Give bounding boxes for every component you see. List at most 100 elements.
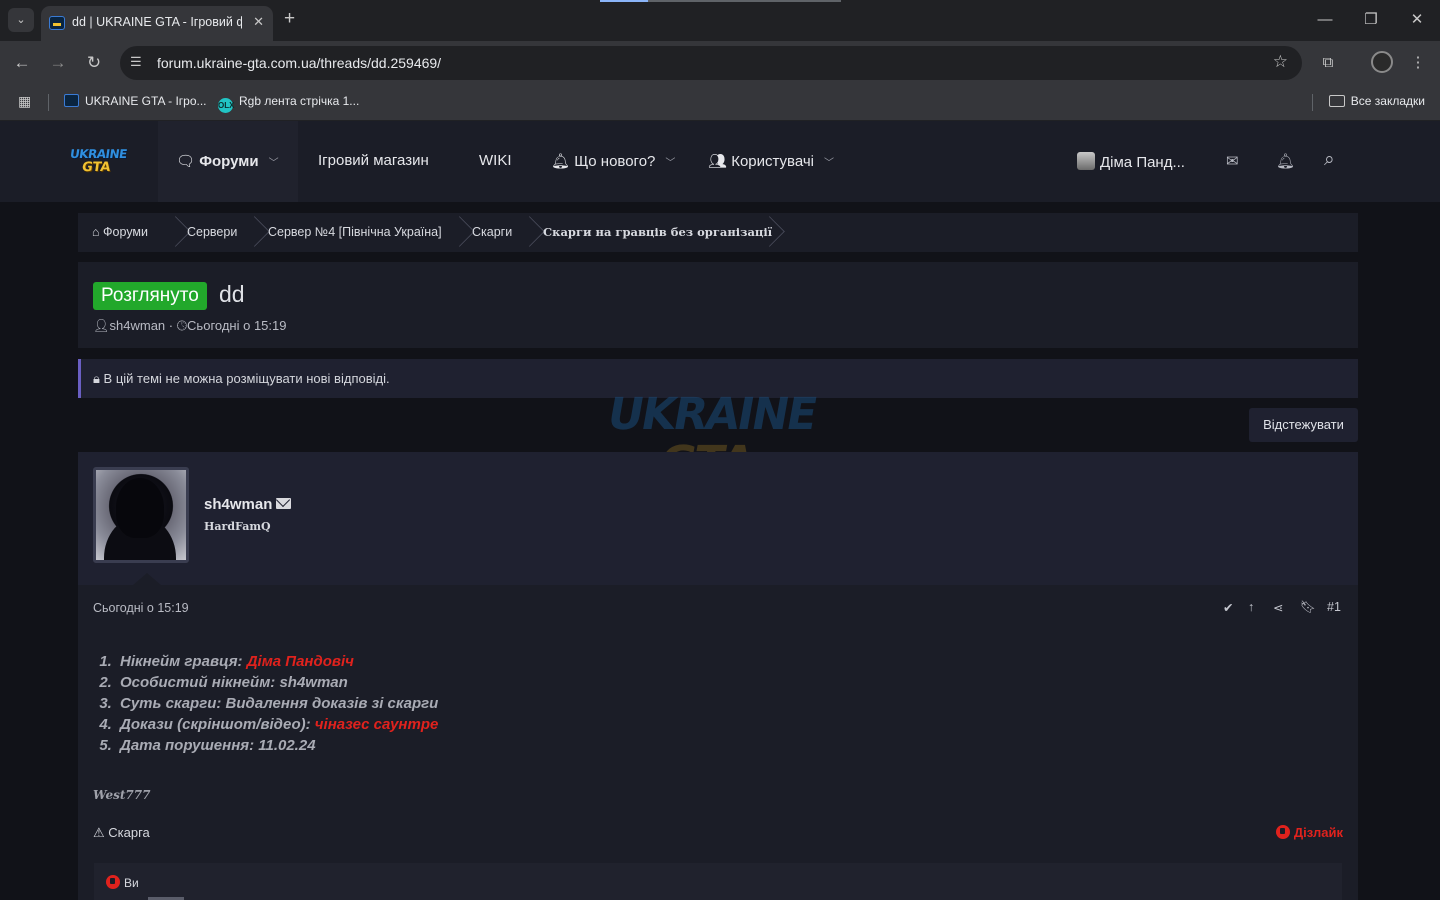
thread-date[interactable]: Сьогодні о 15:19 — [187, 318, 286, 333]
browser-profile-avatar-icon[interactable] — [1371, 51, 1393, 73]
breadcrumb-separator — [454, 213, 468, 252]
nav-wiki[interactable]: WIKI — [479, 152, 512, 169]
post-username[interactable]: sh4wman — [204, 496, 292, 513]
bookmark-label: Rgb лента стрічка 1... — [239, 94, 360, 108]
new-tab-plus-icon[interactable]: + — [284, 8, 295, 30]
reactions-text: Ви — [124, 876, 139, 890]
window-close-icon[interactable]: ✕ — [1402, 8, 1432, 32]
browser-menu-kebab-icon[interactable]: ⋮ — [1406, 51, 1430, 75]
url-text[interactable]: forum.ukraine-gta.com.ua/threads/dd.2594… — [157, 55, 441, 71]
bookmark-label: UKRAINE GTA - Ігро... — [85, 94, 207, 108]
nav-users[interactable]: 👥︎ Користувачі ﹀ — [708, 152, 834, 170]
breadcrumb-label: Форуми — [103, 225, 148, 239]
solution-check-icon[interactable]: ✔ — [1223, 600, 1233, 615]
dislike-icon — [1275, 825, 1290, 839]
site-info-icon[interactable]: ☰ — [130, 54, 142, 70]
report-button[interactable]: ⚠︎ Скарга — [93, 825, 150, 841]
post-user-header: sh4wman HardFamQ — [78, 452, 1358, 585]
site-logo[interactable]: UKRAINE GTA — [69, 147, 130, 179]
forward-arrow-icon[interactable]: → — [46, 51, 70, 75]
logo-text-bottom: GTA — [80, 160, 112, 175]
user-title: HardFamQ — [204, 520, 271, 533]
bookmark-ukraine-gta[interactable]: UKRAINE GTA - Ігро... — [64, 94, 207, 108]
item-label: Суть скарги: Видалення доказів зі скарги — [120, 695, 439, 712]
locked-notice: 🔒︎ В цій темі не можна розміщувати нові … — [78, 359, 1358, 398]
breadcrumb: ⌂ Форуми Сервери Сервер №4 [Північна Укр… — [78, 213, 1358, 252]
nav-shop[interactable]: Ігровий магазин — [318, 152, 429, 169]
bell-icon: 🔔︎ — [551, 153, 571, 170]
item-label: Дата порушення: 11.02.24 — [120, 737, 316, 754]
item-label: Докази (скріншот/відео): — [120, 716, 315, 733]
avatar[interactable] — [93, 467, 189, 563]
post-number[interactable]: #1 — [1327, 600, 1341, 614]
maximize-icon[interactable]: ❐ — [1356, 8, 1386, 32]
nav-users-label: Користувачі — [731, 153, 815, 170]
list-item: Нікнейм гравця: Діма Пандовіч — [116, 651, 438, 672]
breadcrumb-current[interactable]: Скарги на гравців без організації — [543, 225, 772, 239]
chevron-down-icon[interactable]: ﹀ — [824, 158, 834, 169]
account-name: Діма Панд... — [1100, 154, 1185, 171]
post-date[interactable]: Сьогодні о 15:19 — [93, 601, 189, 615]
reactions-bar[interactable]: Ви — [94, 863, 1342, 900]
item-value: Діма Пандовіч — [246, 653, 354, 670]
bookmarks-divider — [1312, 94, 1313, 111]
back-arrow-icon[interactable]: ← — [10, 51, 34, 75]
item-value: чіназес саунтре — [314, 716, 439, 733]
bookmark-icon[interactable]: 🔖︎ — [1300, 600, 1316, 615]
browser-tab-active[interactable]: dd | UKRAINE GTA - Ігровий ф ✕ — [41, 6, 273, 41]
conversations-mail-icon[interactable]: ✉ — [1226, 152, 1239, 170]
apps-grid-icon[interactable]: ▦ — [18, 93, 31, 110]
user-avatar — [1077, 152, 1095, 170]
dislike-button[interactable]: Дізлайк — [1275, 825, 1343, 840]
item-label: Особистий нікнейм: sh4wman — [120, 674, 348, 691]
alerts-bell-icon[interactable]: 🔔︎ — [1276, 152, 1295, 170]
thread-header: Розглянуто dd 👤︎sh4wman · 🕓︎Сьогодні о 1… — [78, 262, 1358, 348]
address-bar[interactable]: ☰ forum.ukraine-gta.com.ua/threads/dd.25… — [120, 46, 1302, 80]
nav-forums[interactable]: 🗨︎ Форуми ﹀ — [176, 152, 279, 170]
breadcrumb-complaints[interactable]: Скарги — [472, 225, 512, 239]
ukraine-gta-favicon-icon — [64, 94, 79, 107]
post-body: Сьогодні о 15:19 ✔ ↑ ⋖ 🔖︎ #1 Нікнейм гра… — [78, 585, 1358, 900]
all-bookmarks-button[interactable]: Все закладки — [1328, 94, 1425, 108]
chevron-down-icon[interactable]: ﹀ — [665, 158, 675, 169]
breadcrumb-separator — [764, 213, 778, 252]
thread-author[interactable]: sh4wman — [110, 318, 166, 333]
breadcrumb-forums[interactable]: ⌂ Форуми — [92, 225, 148, 239]
bookmark-star-icon[interactable]: ☆ — [1273, 52, 1288, 72]
speech-bubble-icon: 🗨︎ — [176, 153, 196, 170]
upvote-arrow-icon[interactable]: ↑ — [1248, 600, 1254, 614]
minimize-icon[interactable]: — — [1310, 8, 1340, 32]
watch-thread-button[interactable]: Відстежувати — [1249, 408, 1358, 442]
breadcrumb-server-4[interactable]: Сервер №4 [Північна Україна] — [268, 225, 442, 239]
olx-favicon-icon: OLX — [218, 98, 234, 113]
notice-text: В цій темі не можна розміщувати нові від… — [103, 371, 390, 386]
logo-text-top: UKRAINE — [69, 147, 128, 161]
bookmark-rgb-lenta[interactable]: OLX Rgb лента стрічка 1... — [218, 94, 359, 113]
account-menu[interactable]: Діма Панд... — [1077, 152, 1185, 171]
nav-whats-new[interactable]: 🔔︎ Що нового? ﹀ — [551, 152, 675, 170]
search-icon[interactable]: ⌕ — [1324, 149, 1335, 171]
list-item: Особистий нікнейм: sh4wman — [116, 672, 438, 693]
mail-icon[interactable] — [276, 498, 292, 509]
site-favicon-icon — [49, 16, 65, 30]
loading-progress-bar — [600, 0, 841, 2]
breadcrumb-separator — [524, 213, 538, 252]
reload-icon[interactable]: ↻ — [82, 51, 106, 75]
bookmarks-divider — [48, 94, 49, 111]
nav-forums-label: Форуми — [199, 153, 259, 170]
user-icon: 👤︎ — [93, 318, 110, 333]
item-label: Нікнейм гравця: — [120, 653, 247, 670]
breadcrumb-separator — [249, 213, 263, 252]
clock-icon: 🕓︎ — [176, 318, 188, 333]
chevron-down-icon[interactable]: ﹀ — [269, 158, 279, 169]
list-item: Суть скарги: Видалення доказів зі скарги — [116, 693, 438, 714]
share-icon[interactable]: ⋖ — [1273, 600, 1283, 615]
post-pointer-arrow — [133, 573, 161, 585]
breadcrumb-servers[interactable]: Сервери — [187, 225, 237, 239]
extensions-puzzle-icon[interactable]: ⧉ — [1316, 51, 1340, 75]
tab-list-chevron-down-icon[interactable]: ⌄ — [8, 8, 34, 32]
tab-close-icon[interactable]: ✕ — [253, 14, 264, 30]
users-group-icon: 👥︎ — [708, 153, 728, 170]
status-badge[interactable]: Розглянуто — [93, 282, 207, 310]
breadcrumb-separator — [170, 213, 184, 252]
